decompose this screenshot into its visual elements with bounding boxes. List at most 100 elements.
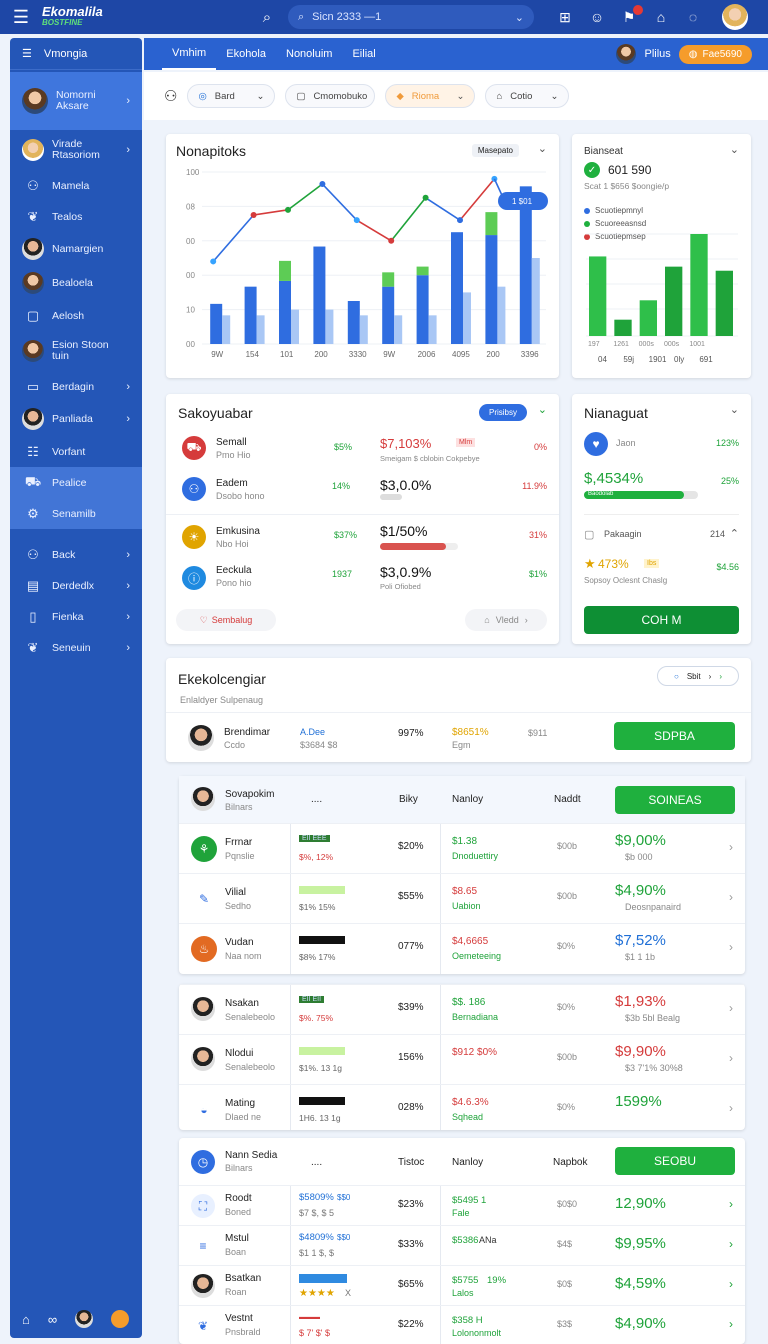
edit-icon[interactable] bbox=[111, 1310, 130, 1328]
chevron-right-icon[interactable]: › bbox=[729, 840, 733, 854]
chevron-right-icon[interactable]: › bbox=[729, 1237, 733, 1251]
user-filter-icon[interactable]: ⚇ bbox=[164, 87, 177, 105]
tab-ekohola[interactable]: Ekohola bbox=[216, 38, 276, 70]
avatar[interactable] bbox=[616, 44, 637, 64]
y-tick-label: 100 bbox=[186, 168, 200, 177]
card-control[interactable]: ○ Sbit › › bbox=[657, 666, 739, 686]
sidebar-item-derdedlx[interactable]: ▤ Derdedlx › bbox=[10, 570, 142, 601]
sidebar-item-pealice[interactable]: ⛟ Pealice bbox=[10, 467, 142, 498]
vledd-button[interactable]: ⌂ Vledd › bbox=[465, 609, 547, 631]
soineas-button[interactable]: SOINEAS bbox=[615, 786, 735, 814]
nav-user-name[interactable]: Plilus bbox=[644, 48, 670, 60]
smile-icon[interactable]: ☺ bbox=[588, 9, 606, 25]
table-row[interactable]: ≡ Mstul Boan $4809% $$0 $1 1 $, $ $33% $5386 ANa… bbox=[179, 1225, 745, 1265]
tab-vmhim[interactable]: Vmhim bbox=[162, 38, 217, 70]
sidebar-item-berdagin[interactable]: ▭ Berdagin › bbox=[10, 371, 142, 402]
table-row[interactable]: ✎ Vilial Sedho $1% 15% $55% $8.65 Uabion $00b $4… bbox=[179, 873, 745, 923]
chevron-right-icon[interactable]: › bbox=[729, 1051, 733, 1065]
filter-chip-rioma[interactable]: ◆ Rioma ⌄ bbox=[385, 84, 476, 108]
more-icon[interactable]: .... bbox=[311, 1157, 322, 1168]
sidebar-item-vorfant[interactable]: ☷ Vorfant bbox=[10, 436, 142, 467]
sidebar-item-profile[interactable]: Nomorni Aksare › bbox=[10, 72, 142, 130]
item-tag: Mlm bbox=[456, 438, 476, 447]
user-icon: ⚇ bbox=[27, 546, 39, 562]
sdpba-button[interactable]: SDPBA bbox=[614, 722, 735, 750]
home-icon[interactable]: ⌂ bbox=[22, 1312, 30, 1327]
chevron-right-icon[interactable]: › bbox=[729, 940, 733, 954]
chevron-right-icon[interactable]: › bbox=[729, 1277, 733, 1291]
clock-icon: ◷ bbox=[191, 1150, 215, 1174]
sidebar-item-mamela[interactable]: ⚇ Mamela bbox=[10, 170, 142, 201]
list-item[interactable]: ⚇ Eadem Dsobo hono 14% $3,0.0% 11.9% bbox=[166, 466, 559, 512]
search-icon[interactable]: ⌕ bbox=[252, 9, 282, 26]
user-avatar[interactable] bbox=[722, 4, 748, 30]
table-row[interactable]: Bsatkan Roan ★★★★ X $65% $5755 19% Lalos $0$ $4,5… bbox=[179, 1265, 745, 1305]
brand-logo[interactable]: Ekomalila BOSTFINE bbox=[42, 5, 252, 28]
table-row[interactable]: ◒ Mating Dlaed ne 1H6. 13 1g 028% $4.6.3% Sqhe… bbox=[179, 1084, 745, 1134]
grid-icon[interactable]: ⊞ bbox=[556, 9, 574, 26]
sidebar-header[interactable]: ☰ Vmongia bbox=[10, 38, 142, 70]
seobu-button[interactable]: SEOBU bbox=[615, 1147, 735, 1175]
sidebar-item-back[interactable]: ⚇ Back › bbox=[10, 539, 142, 570]
row-sub: Naa nom bbox=[225, 951, 262, 961]
chevron-right-icon[interactable]: › bbox=[729, 1101, 733, 1115]
row-change: $%, 12% bbox=[299, 852, 334, 862]
tab-nonoluim[interactable]: Nonoluim bbox=[276, 38, 342, 70]
bar-primary bbox=[451, 232, 463, 344]
menu-icon[interactable]: ☰ bbox=[0, 7, 42, 28]
chevron-right-icon[interactable]: › bbox=[729, 1317, 733, 1331]
row-value: 12,90% bbox=[615, 1195, 666, 1212]
sidebar-item-panliada[interactable]: Panliada › bbox=[10, 402, 142, 436]
table-row[interactable]: ♨ Vudan Naa nom $8% 17% 077% $4,6665 Oemeteein… bbox=[179, 923, 745, 973]
nav-pill-button[interactable]: ◍ Fae5690 bbox=[678, 44, 752, 64]
table-row[interactable]: Nsakan Senalebeolo EII EII $%. 75% $39% $$. 1… bbox=[179, 984, 745, 1034]
sidebar-item-bealoela[interactable]: Bealoela bbox=[10, 266, 142, 300]
table-row[interactable]: ❦ Vestnt Pnsbrald ▬▬▬ $ 7' $' $ $22% $358 H Lol… bbox=[179, 1305, 745, 1344]
tab-eilial[interactable]: Eilial bbox=[342, 38, 385, 70]
row-value: 1599% bbox=[615, 1093, 662, 1110]
chevron-down-icon[interactable]: ⌄ bbox=[538, 403, 547, 416]
list-item[interactable]: ⓘ Eeckula Pono hio 1937 $3,0.9% Poli Ofi… bbox=[166, 558, 559, 602]
row-percent: $55% bbox=[398, 891, 424, 902]
bar-primary bbox=[416, 275, 429, 344]
filter-chip-cotio[interactable]: ⌂ Cotio ⌄ bbox=[485, 84, 570, 108]
table-row[interactable]: Nlodui Senalebeolo $1%. 13 1g 156% $912 $0% $… bbox=[179, 1034, 745, 1084]
row-amount: $$. 186 bbox=[452, 997, 486, 1008]
sembalug-button[interactable]: ♡ Sembalug bbox=[176, 609, 276, 631]
sidebar-item-virade[interactable]: Virade Rtasoriom › bbox=[10, 130, 142, 170]
row-value-sub: $b 000 bbox=[625, 852, 653, 862]
bell-icon[interactable]: ⚑ bbox=[620, 4, 643, 26]
global-search-input[interactable]: ⌕ Sicn 2333 —1 ⌄ bbox=[288, 5, 534, 29]
row-blue-sub: $1 1 $, $ bbox=[299, 1248, 335, 1258]
chevron-up-icon[interactable]: ⌃ bbox=[730, 527, 739, 540]
chat-icon[interactable]: ◌ bbox=[684, 9, 702, 25]
sidebar-item-aelosh[interactable]: ▢ Aelosh bbox=[10, 300, 142, 331]
card-pill-button[interactable]: Prisibsy bbox=[478, 404, 527, 421]
sidebar-item-namargien[interactable]: Namargien bbox=[10, 232, 142, 266]
table-row[interactable]: ⚘ Frrnar Pqnslie EII EEE $%, 12% $20% $1.38 Dno… bbox=[179, 823, 745, 873]
bar bbox=[690, 234, 708, 336]
filter-chip-cmomobuko[interactable]: ▢ Cmomobuko bbox=[285, 84, 376, 108]
x-category-label: 59j bbox=[623, 355, 634, 364]
lock-icon: ⌂ bbox=[484, 615, 490, 625]
glasses-icon[interactable]: ∞ bbox=[48, 1312, 57, 1327]
more-icon[interactable]: .... bbox=[311, 794, 322, 805]
sidebar-item-tealos[interactable]: ❦ Tealos bbox=[10, 201, 142, 232]
sidebar-item-senamilb[interactable]: ⚙ Senamilb bbox=[10, 498, 142, 529]
avatar[interactable] bbox=[75, 1310, 94, 1328]
coh-button[interactable]: COH M bbox=[584, 606, 739, 634]
list-item[interactable]: ☀ Emkusina Nbo Hoi $37% $1/50% 31% bbox=[166, 514, 559, 558]
avatar bbox=[191, 997, 215, 1021]
chevron-right-icon[interactable]: › bbox=[729, 1197, 733, 1211]
sidebar-item-seneuin[interactable]: ❦ Seneuin › bbox=[10, 632, 142, 663]
table-row[interactable]: ⛶ Roodt Boned $5809% $$0 $7 $, $ 5 $23% $5495 1… bbox=[179, 1185, 745, 1225]
sidebar-item-fienka[interactable]: ▯ Fienka › bbox=[10, 601, 142, 632]
lock-icon[interactable]: ⌂ bbox=[652, 9, 670, 25]
sidebar-item-esion[interactable]: Esion Stoon tuin bbox=[10, 331, 142, 371]
row-amount-sub: Fale bbox=[452, 1208, 470, 1218]
filter-chip-bard[interactable]: ◎ Bard ⌄ bbox=[187, 84, 276, 108]
chevron-down-icon[interactable]: ⌄ bbox=[730, 403, 739, 416]
chevron-right-icon[interactable]: › bbox=[729, 1001, 733, 1015]
table-row[interactable]: Brendimar Ccdo A.Dee $3684 $8 997% $8651… bbox=[166, 712, 751, 762]
chevron-right-icon[interactable]: › bbox=[729, 890, 733, 904]
